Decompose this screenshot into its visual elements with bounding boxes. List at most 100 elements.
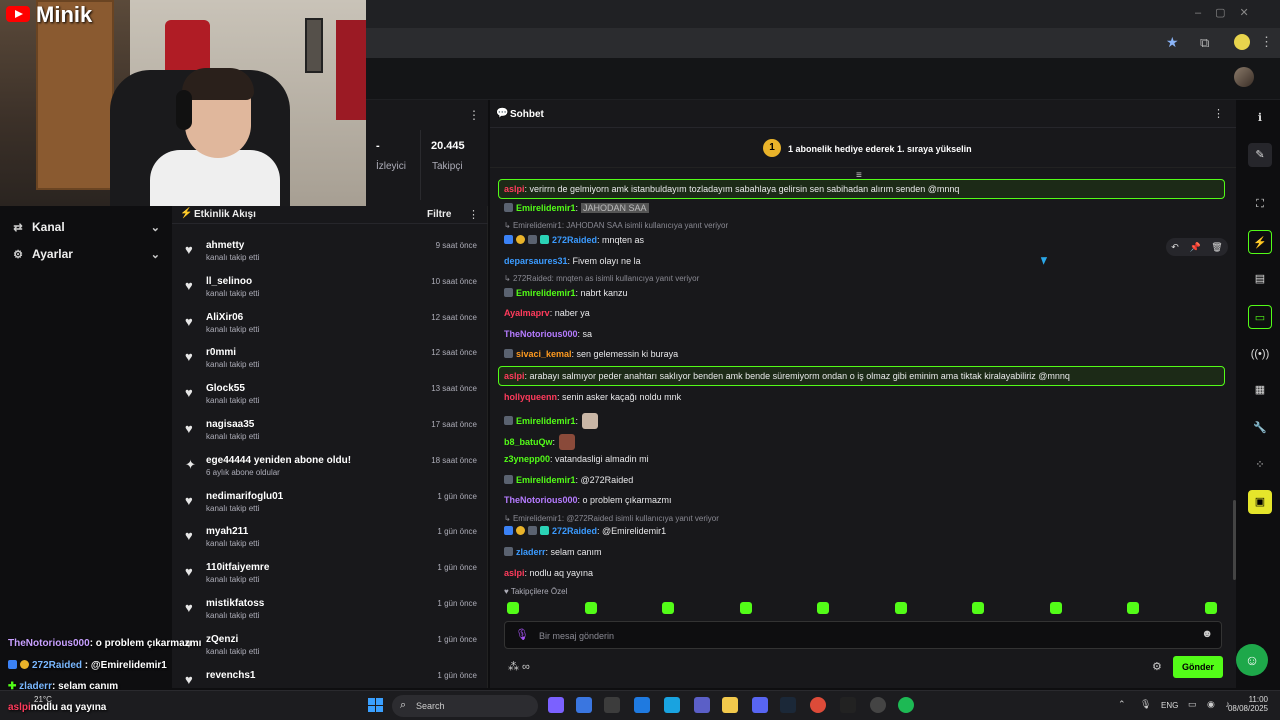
chat-message[interactable]: b8_batuQw: [504,434,576,450]
emote-button[interactable] [972,602,984,614]
clip-icon[interactable]: ▣ [1248,490,1272,514]
kick-app-icon[interactable] [840,697,856,713]
chat-message[interactable]: hollyqueenn: senin asker kaçağı noldu mn… [504,392,681,402]
obs-app-icon[interactable] [870,697,886,713]
chat-username[interactable]: deparsaures31 [504,256,568,266]
outlook-app-icon[interactable] [634,697,650,713]
trash-icon[interactable]: 🗑 [1211,242,1222,253]
emote-button[interactable] [662,602,674,614]
chat-username[interactable]: Emirelidemir1 [516,288,576,298]
activity-item[interactable]: ♥ nagisaa35 kanalı takip etti 17 saat önce [172,419,488,455]
chat-username[interactable]: Emirelidemir1 [516,416,576,426]
activity-item[interactable]: ♥ ahmetty kanalı takip etti 9 saat önce [172,240,488,276]
emote-button[interactable] [1049,602,1062,614]
user-avatar[interactable] [1234,67,1254,87]
bookmark-star-icon[interactable]: ★ [1166,35,1180,49]
activity-item[interactable]: ♥ Glock55 kanalı takip etti 13 saat önce [172,383,488,419]
profile-avatar-icon[interactable] [1234,34,1250,50]
emoji-icon[interactable]: ☻ [1201,628,1213,640]
taskbar-search[interactable]: ⌕ Search [392,695,538,717]
address-bar[interactable] [366,28,1280,58]
chat-username[interactable]: z3ynepp00 [504,454,550,464]
emote-button[interactable] [739,602,752,614]
chat-message[interactable]: zladerr: selam canım [504,547,602,557]
dashboard-icon[interactable]: ▦ [1248,378,1272,402]
chat-message[interactable]: aslpi: arabayı salmıyor peder anahtarı s… [504,371,1070,381]
document-icon[interactable]: ▤ [1248,267,1272,291]
chat-username[interactable]: aslpi [504,184,525,194]
emote-button[interactable] [1204,602,1217,614]
tray-icons[interactable]: ⌃ 🎙 [1118,699,1157,710]
emote-button[interactable] [507,602,519,614]
steam-app-icon[interactable] [780,697,796,713]
chat-username[interactable]: TheNotorious000 [504,495,578,505]
teams-app-icon[interactable] [694,697,710,713]
microphone-icon[interactable]: 🎙 [515,628,529,641]
chat-tools-icon[interactable]: ⁂ ∞ [508,660,530,673]
help-chat-icon[interactable]: ☺ [1236,644,1268,676]
chat-message[interactable]: Emirelidemir1: @272Raided [504,475,633,485]
activity-item[interactable]: ♥ nedimarifoglu01 kanalı takip etti 1 gün ö… [172,491,488,527]
spotify-app-icon[interactable] [898,697,914,713]
edge-app-icon[interactable] [664,697,680,713]
chat-username[interactable]: TheNotorious000 [504,329,578,339]
chat-username[interactable]: b8_batuQw [504,437,553,447]
emote-button[interactable] [1127,602,1139,614]
chat-message[interactable]: Ayalmaprv: naber ya [504,308,590,318]
chat-username[interactable]: Emirelidemir1 [516,203,576,213]
chat-username[interactable]: 272Raided [552,235,597,245]
sidebar-item-kanal[interactable]: ⇄ Kanal ⌄ [12,220,160,234]
taskview-app-icon[interactable] [576,697,592,713]
chat-username[interactable]: 272Raided [552,526,597,536]
filter-button[interactable]: Filtre [427,209,451,220]
explorer-app-icon[interactable] [722,697,738,713]
chat-username[interactable]: hollyqueenn [504,392,557,402]
edit-icon[interactable]: ✎ [1248,143,1272,167]
tray-clock[interactable]: 11:00 08/08/2025 [1224,695,1268,713]
chat-rail-icon[interactable]: ▭ [1248,305,1272,329]
pin-icon[interactable]: 📌 [1189,242,1200,253]
tray-language[interactable]: ENG [1161,701,1178,710]
discord-app-icon[interactable] [752,697,768,713]
bolt-rail-icon[interactable]: ⚡ [1248,230,1272,254]
chat-username[interactable]: zladerr [516,547,546,557]
focus-icon[interactable]: ⛶ [1248,192,1272,216]
window-controls[interactable]: –▢✕ [1195,6,1263,19]
chat-message[interactable]: 272Raided: @Emirelidemir1 [504,526,666,536]
chat-message[interactable]: sivaci_kemal: sen gelemessin ki buraya [504,349,678,359]
share-icon[interactable]: ⁘ [1248,453,1272,477]
chat-username[interactable]: aslpi [504,371,525,381]
message-mod-tools[interactable]: ↶ 📌 🗑 [1166,238,1228,256]
emote-button[interactable] [894,602,907,614]
activity-item[interactable]: ♥ AliXir06 kanalı takip etti 12 saat önce [172,312,488,348]
stats-menu-icon[interactable]: ⋮ [468,108,480,122]
chat-message[interactable]: Emirelidemir1: [504,413,599,429]
extensions-icon[interactable]: ⧉ [1200,35,1209,51]
chat-message[interactable]: aslpi: nodlu aq yayına [504,568,593,578]
activity-item[interactable]: ✦ ege44444 yeniden abone oldu! 6 aylık abo… [172,455,488,491]
gift-banner[interactable]: 1 1 abonelik hediye ederek 1. sıraya yük… [490,130,1236,168]
store-app-icon[interactable] [604,697,620,713]
chat-message[interactable]: TheNotorious000: o problem çıkarmazmı [504,495,672,505]
chat-message[interactable]: TheNotorious000: sa [504,329,592,339]
emote-button[interactable] [584,602,597,614]
windows-start-icon[interactable] [368,698,383,712]
browser-menu-icon[interactable]: ⋮ [1260,34,1273,50]
chat-username[interactable]: Ayalmaprv [504,308,550,318]
chat-settings-icon[interactable]: ⚙ [1152,660,1162,673]
chat-scrollbar[interactable] [1233,500,1236,580]
chat-message[interactable]: 272Raided: mnqten as [504,235,644,245]
chrome-app-icon[interactable] [810,697,826,713]
chat-message[interactable]: Emirelidemir1: nabrt kanzu [504,288,628,298]
activity-item[interactable]: ♥ r0mmi kanalı takip etti 12 saat önce [172,347,488,383]
chat-input-box[interactable]: 🎙 Bir mesaj gönderin ☻ [504,621,1222,649]
activity-item[interactable]: ♥ myah211 kanalı takip etti 1 gün önce [172,526,488,562]
send-button[interactable]: Gönder [1173,656,1223,678]
chat-message[interactable]: deparsaures31: Fivem olayı ne la [504,256,641,266]
chat-message[interactable]: aslpi: verirrn de gelmiyorn amk istanbul… [504,184,959,194]
emote-button[interactable] [817,602,829,614]
activity-item[interactable]: ♥ mistikfatoss kanalı takip etti 1 gün önce [172,598,488,634]
chat-username[interactable]: aslpi [504,568,525,578]
activity-item[interactable]: ♥ 110itfaiyemre kanalı takip etti 1 gün önc… [172,562,488,598]
chat-username[interactable]: sivaci_kemal [516,349,572,359]
